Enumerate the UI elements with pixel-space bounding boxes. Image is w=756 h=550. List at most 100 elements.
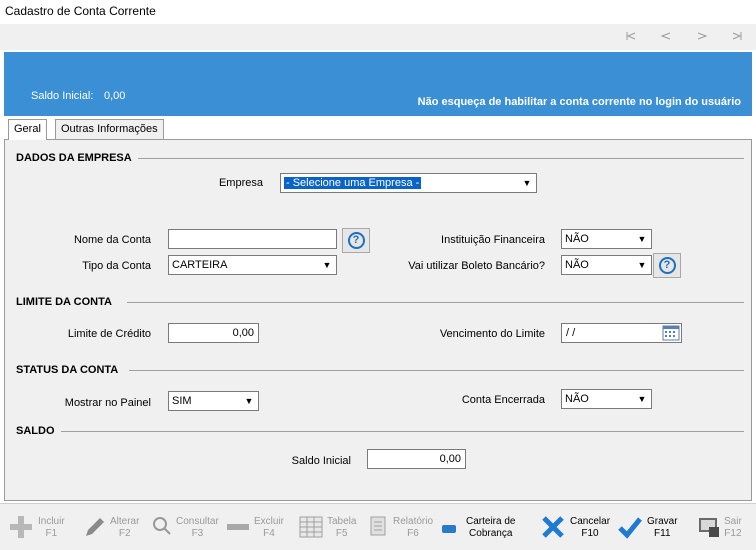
next-record-icon[interactable] xyxy=(694,28,710,44)
boleto-bancario-value: NÃO xyxy=(565,259,589,271)
plus-icon xyxy=(8,514,34,540)
close-icon xyxy=(540,514,566,540)
window-title: Cadastro de Conta Corrente xyxy=(5,4,156,18)
relatorio-label: Relatório xyxy=(393,516,434,527)
tab-geral-label: Geral xyxy=(14,123,41,135)
form-panel: DADOS DA EMPRESA Empresa - Selecione uma… xyxy=(4,139,752,501)
gravar-button[interactable]: Gravar F11 xyxy=(617,510,683,546)
section-dados-empresa: DADOS DA EMPRESA xyxy=(16,152,132,164)
consultar-label: Consultar xyxy=(176,516,219,527)
gravar-key: F11 xyxy=(654,528,671,539)
carteira-label: Carteira de xyxy=(466,516,516,527)
boleto-bancario-label: Vai utilizar Boleto Bancário? xyxy=(408,260,545,272)
tipo-conta-label: Tipo da Conta xyxy=(82,260,151,272)
consultar-button[interactable]: Consultar F3 xyxy=(150,510,219,546)
wallet-icon xyxy=(440,514,466,540)
nome-conta-help-button[interactable]: ? xyxy=(342,228,370,253)
tabela-button[interactable]: Tabela F5 xyxy=(298,510,358,546)
section-saldo: SALDO xyxy=(16,425,55,437)
minus-icon xyxy=(225,514,251,540)
info-banner: Saldo Inicial: 0,00 Não esqueça de habil… xyxy=(4,52,752,116)
tab-strip: Geral Outras Informações xyxy=(4,119,752,140)
conta-encerrada-select[interactable]: NÃO ▼ xyxy=(561,389,652,409)
tab-geral[interactable]: Geral xyxy=(8,119,47,140)
alterar-label: Alterar xyxy=(110,516,140,527)
incluir-key: F1 xyxy=(45,528,58,539)
instituicao-financeira-select[interactable]: NÃO ▼ xyxy=(561,229,652,249)
title-bar: Cadastro de Conta Corrente xyxy=(0,0,756,24)
alterar-key: F2 xyxy=(118,528,131,539)
bottom-toolbar: Incluir F1 Alterar F2 Consultar F3 Excluir F… xyxy=(0,503,756,550)
help-icon: ? xyxy=(658,257,676,274)
record-navigation-bar xyxy=(0,24,756,50)
alterar-button[interactable]: Alterar F2 xyxy=(82,510,142,546)
table-icon xyxy=(298,514,324,540)
instituicao-financeira-label: Instituição Financeira xyxy=(441,234,545,246)
relatorio-button[interactable]: Relatório F6 xyxy=(366,510,434,546)
mostrar-painel-select[interactable]: SIM ▼ xyxy=(168,391,259,411)
saldo-inicial-input[interactable]: 0,00 xyxy=(367,449,466,469)
vencimento-limite-label: Vencimento do Limite xyxy=(439,328,545,340)
limite-credito-label: Limite de Crédito xyxy=(67,328,151,340)
nome-conta-input[interactable] xyxy=(168,229,337,249)
excluir-label: Excluir xyxy=(254,516,285,527)
report-icon xyxy=(366,514,392,540)
conta-encerrada-value: NÃO xyxy=(565,393,589,405)
relatorio-key: F6 xyxy=(407,528,419,539)
excluir-button[interactable]: Excluir F4 xyxy=(225,510,285,546)
vencimento-limite-value: / / xyxy=(566,327,576,339)
tab-outras-informacoes-label: Outras Informações xyxy=(61,123,158,135)
section-divider xyxy=(127,302,744,303)
tipo-conta-select[interactable]: CARTEIRA ▼ xyxy=(168,255,337,275)
section-limite-conta: LIMITE DA CONTA xyxy=(16,296,112,308)
checkmark-icon xyxy=(617,514,643,540)
boleto-bancario-help-button[interactable]: ? xyxy=(653,253,681,278)
tabela-key: F5 xyxy=(335,528,348,539)
vencimento-limite-input[interactable]: / / xyxy=(561,323,682,343)
chevron-down-icon: ▼ xyxy=(241,393,257,409)
calendar-icon[interactable] xyxy=(662,325,680,341)
cancelar-label: Cancelar xyxy=(570,516,611,527)
banner-warning: Não esqueça de habilitar a conta corrent… xyxy=(417,96,741,108)
section-divider xyxy=(129,370,744,371)
banner-saldo-label: Saldo Inicial: xyxy=(31,90,94,102)
empresa-select[interactable]: - Selecione uma Empresa - ▼ xyxy=(280,173,537,193)
empresa-label: Empresa xyxy=(218,177,263,189)
chevron-down-icon: ▼ xyxy=(319,257,335,273)
mostrar-painel-label: Mostrar no Painel xyxy=(64,397,151,409)
pencil-icon xyxy=(82,514,108,540)
conta-encerrada-label: Conta Encerrada xyxy=(461,394,545,406)
last-record-icon[interactable] xyxy=(729,28,745,44)
mostrar-painel-value: SIM xyxy=(172,395,192,407)
nome-conta-label: Nome da Conta xyxy=(73,234,151,246)
sair-button[interactable]: Sair F12 xyxy=(696,510,752,546)
chevron-down-icon: ▼ xyxy=(519,175,535,191)
exit-door-icon xyxy=(696,514,722,540)
section-status-conta: STATUS DA CONTA xyxy=(16,364,119,376)
carteira-label-2: Cobrança xyxy=(469,528,513,539)
banner-saldo-value: 0,00 xyxy=(104,90,126,102)
instituicao-financeira-value: NÃO xyxy=(565,233,589,245)
incluir-button[interactable]: Incluir F1 xyxy=(8,510,68,546)
limite-credito-input[interactable]: 0,00 xyxy=(168,323,259,343)
tipo-conta-value: CARTEIRA xyxy=(172,259,228,271)
chevron-down-icon: ▼ xyxy=(634,257,650,273)
gravar-label: Gravar xyxy=(647,516,678,527)
saldo-inicial-label: Saldo Inicial xyxy=(291,455,351,467)
cancelar-button[interactable]: Cancelar F10 xyxy=(540,510,610,546)
section-divider xyxy=(61,431,744,432)
cancelar-key: F10 xyxy=(581,528,599,539)
previous-record-icon[interactable] xyxy=(658,28,674,44)
consultar-key: F3 xyxy=(191,528,204,539)
incluir-label: Incluir xyxy=(38,516,65,527)
first-record-icon[interactable] xyxy=(623,28,639,44)
boleto-bancario-select[interactable]: NÃO ▼ xyxy=(561,255,652,275)
sair-key: F12 xyxy=(724,528,742,539)
tab-outras-informacoes[interactable]: Outras Informações xyxy=(55,119,164,139)
magnifier-icon xyxy=(150,514,176,540)
empresa-select-value: - Selecione uma Empresa - xyxy=(284,177,422,189)
chevron-down-icon: ▼ xyxy=(634,231,650,247)
help-icon: ? xyxy=(347,232,365,249)
carteira-cobranca-button[interactable]: Carteira de Cobrança xyxy=(440,510,520,546)
chevron-down-icon: ▼ xyxy=(634,391,650,407)
